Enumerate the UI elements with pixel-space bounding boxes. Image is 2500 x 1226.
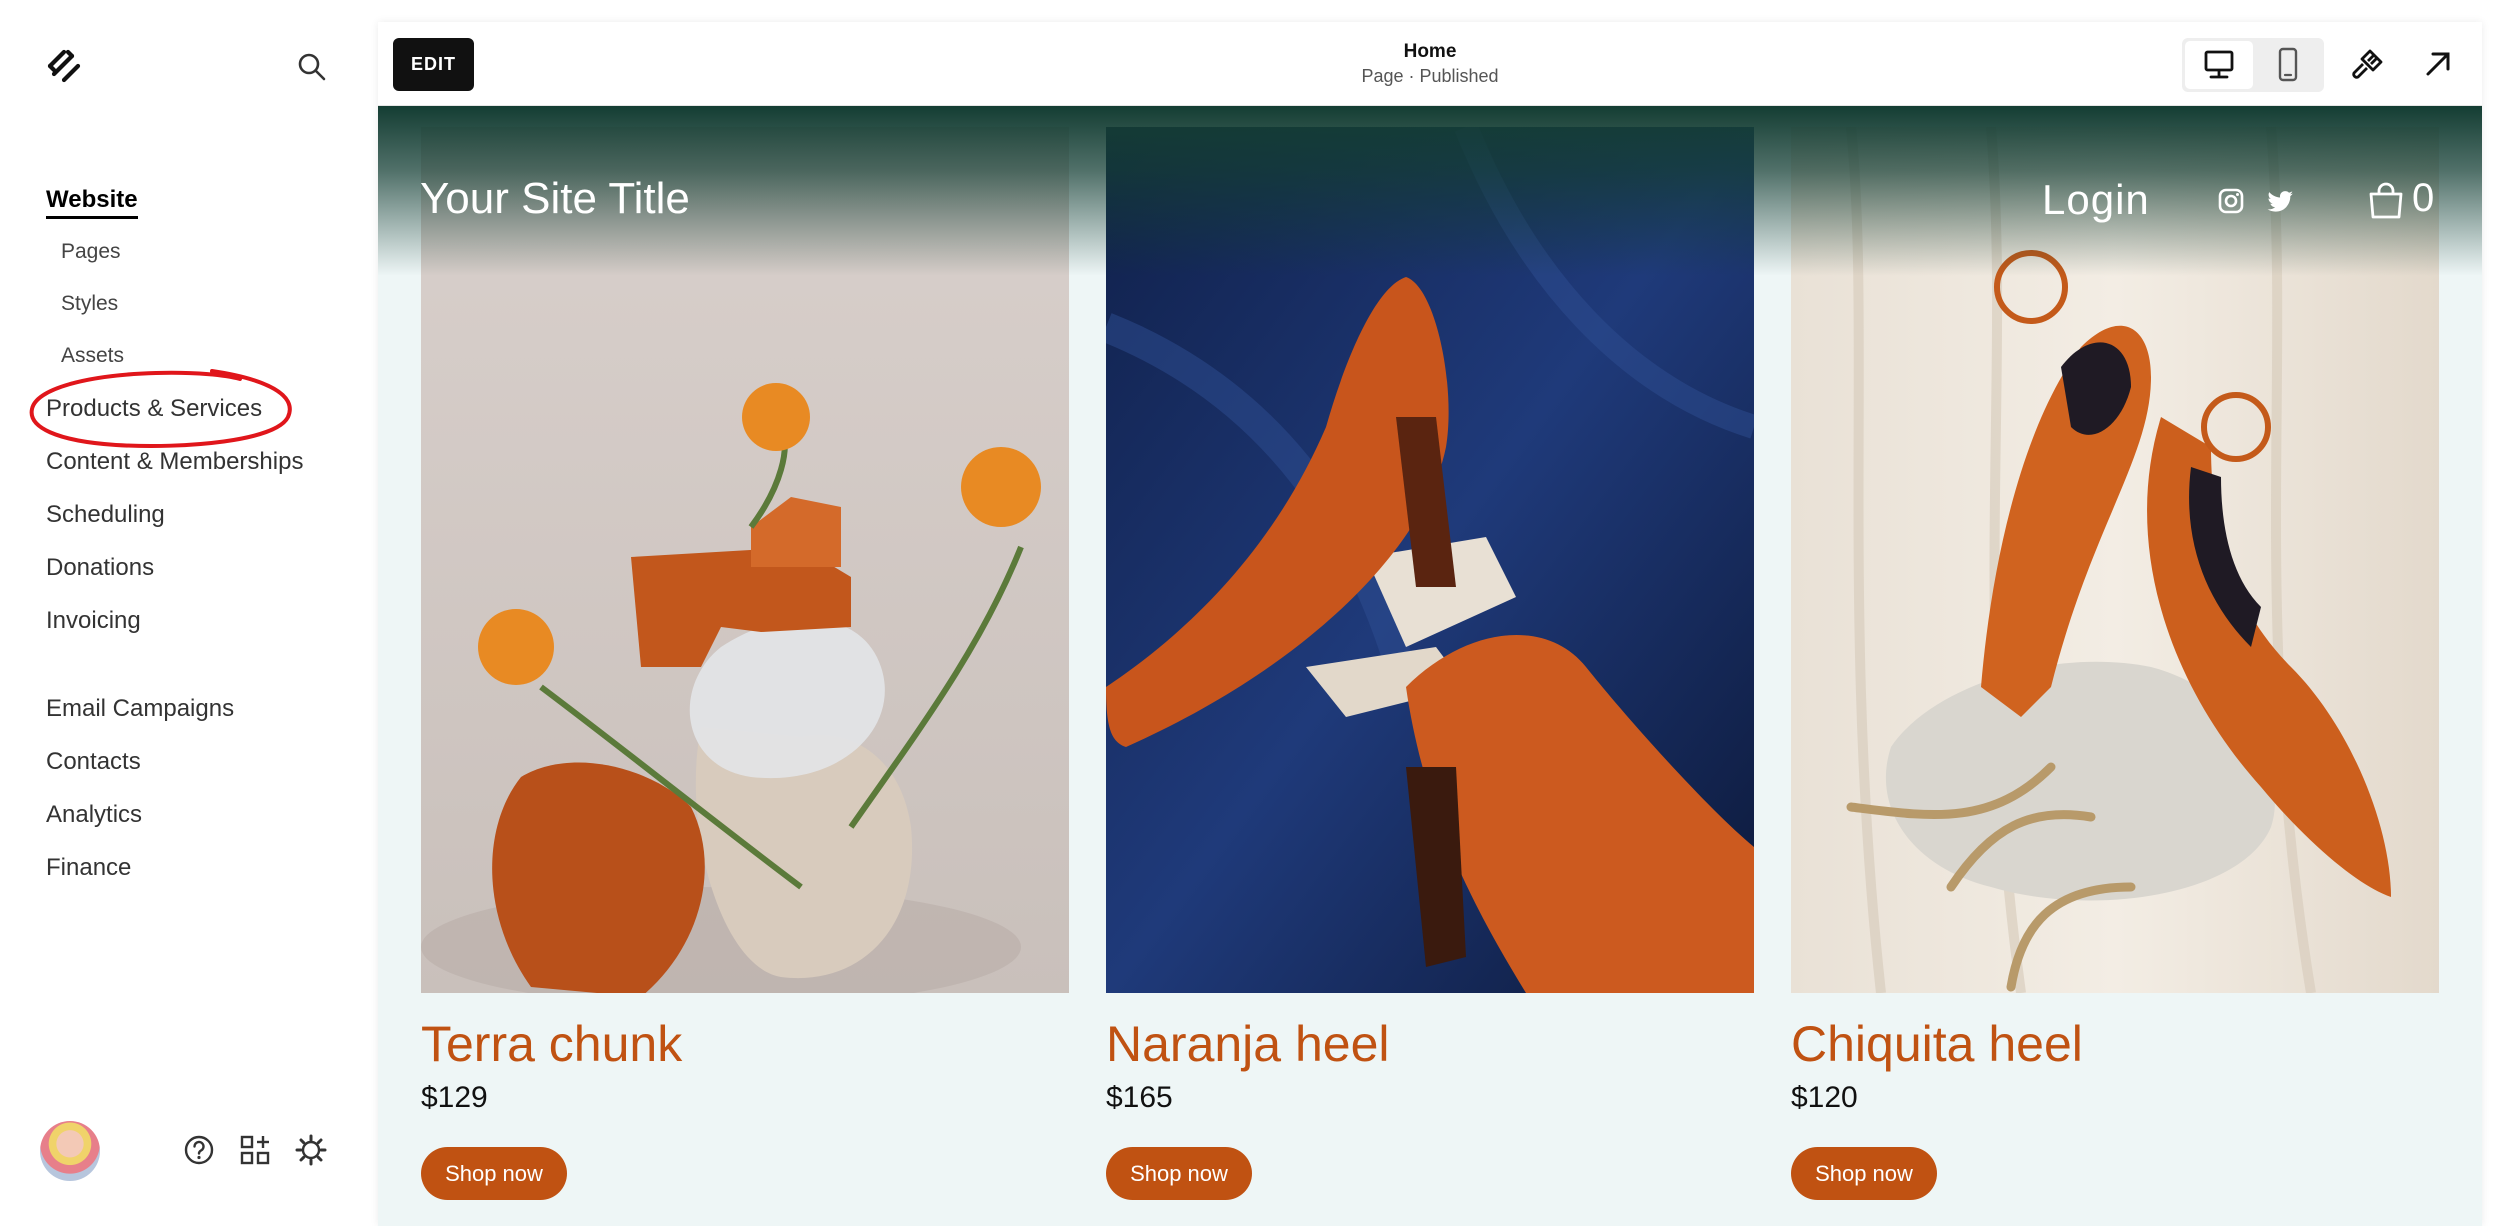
product-card: Naranja heel $165 Shop now	[1106, 127, 1754, 1226]
sidebar: Website Pages Styles Assets Products & S…	[0, 0, 378, 1226]
sidebar-item-donations[interactable]: Donations	[46, 541, 303, 594]
editor-frame: EDIT Home Page · Published Your Site Tit…	[378, 22, 2482, 1226]
product-price: $165	[1106, 1081, 1173, 1114]
cart-icon[interactable]	[2366, 180, 2406, 220]
sidebar-item-pages[interactable]: Pages	[46, 226, 303, 278]
website-nav: Website Pages Styles Assets Products & S…	[46, 173, 303, 647]
product-image[interactable]	[1106, 127, 1754, 993]
sidebar-item-label: Website	[46, 186, 138, 219]
page-status: Page · Published	[1361, 66, 1499, 86]
cart-count: 0	[2412, 176, 2435, 220]
product-name[interactable]: Naranja heel	[1106, 1015, 1390, 1073]
settings-icon[interactable]	[294, 1133, 328, 1167]
site-title[interactable]: Your Site Title	[420, 174, 690, 224]
desktop-view-button[interactable]	[2185, 41, 2253, 89]
sidebar-item-analytics[interactable]: Analytics	[46, 788, 234, 841]
product-name[interactable]: Chiquita heel	[1791, 1015, 2083, 1073]
site-preview: Your Site Title Login 0 Terra chunk $129…	[378, 106, 2482, 1226]
editor-toolbar: EDIT Home Page · Published	[378, 22, 2482, 106]
product-photo-terra-chunk	[421, 127, 1069, 993]
product-photo-chiquita-heel	[1791, 127, 2439, 993]
page-name: Home	[1403, 41, 1457, 62]
twitter-icon[interactable]	[2266, 186, 2296, 216]
shop-now-button[interactable]: Shop now	[1106, 1147, 1252, 1200]
shop-now-button[interactable]: Shop now	[421, 1147, 567, 1200]
sidebar-item-products-services[interactable]: Products & Services	[46, 382, 303, 435]
avatar[interactable]	[40, 1121, 100, 1181]
shop-now-button[interactable]: Shop now	[1791, 1147, 1937, 1200]
design-brush-icon[interactable]	[2346, 42, 2390, 86]
sidebar-item-styles[interactable]: Styles	[46, 278, 303, 330]
open-external-icon[interactable]	[2416, 42, 2460, 86]
product-photo-naranja-heel	[1106, 127, 1754, 993]
device-toggle	[2182, 38, 2324, 92]
sidebar-item-scheduling[interactable]: Scheduling	[46, 488, 303, 541]
product-name[interactable]: Terra chunk	[421, 1015, 682, 1073]
sidebar-item-contacts[interactable]: Contacts	[46, 735, 234, 788]
product-image[interactable]	[1791, 127, 2439, 993]
instagram-icon[interactable]	[2216, 186, 2246, 216]
sidebar-footer	[40, 1118, 340, 1184]
sidebar-item-website[interactable]: Website	[46, 173, 303, 226]
edit-button[interactable]: EDIT	[393, 38, 474, 91]
help-icon[interactable]	[182, 1133, 216, 1167]
sidebar-item-email-campaigns[interactable]: Email Campaigns	[46, 682, 234, 735]
sidebar-item-content-memberships[interactable]: Content & Memberships	[46, 435, 303, 488]
page-info: Home Page · Published	[1230, 40, 1630, 88]
squarespace-logo[interactable]	[44, 46, 84, 86]
login-link[interactable]: Login	[2042, 176, 2150, 224]
mobile-icon	[2278, 47, 2298, 82]
product-price: $129	[421, 1081, 488, 1114]
apps-icon[interactable]	[238, 1133, 272, 1167]
desktop-icon	[2204, 50, 2234, 79]
search-icon[interactable]	[295, 50, 329, 84]
product-price: $120	[1791, 1081, 1858, 1114]
product-card: Chiquita heel $120 Shop now	[1791, 127, 2439, 1226]
sidebar-item-invoicing[interactable]: Invoicing	[46, 594, 303, 647]
mobile-view-button[interactable]	[2254, 41, 2322, 89]
sidebar-item-assets[interactable]: Assets	[46, 330, 303, 382]
product-card: Terra chunk $129 Shop now	[421, 127, 1069, 1226]
sidebar-item-finance[interactable]: Finance	[46, 841, 234, 894]
product-image[interactable]	[421, 127, 1069, 993]
business-nav: Email Campaigns Contacts Analytics Finan…	[46, 682, 234, 894]
